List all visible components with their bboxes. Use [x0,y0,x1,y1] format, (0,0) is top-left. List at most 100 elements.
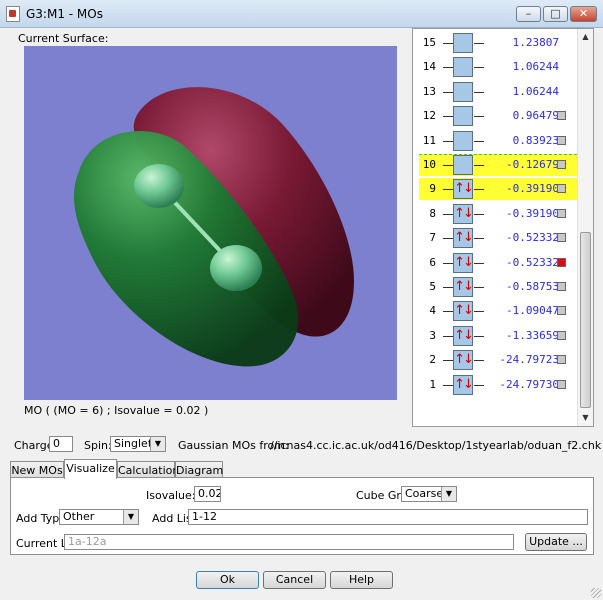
electron-pair-icon: ↑↓ [454,327,474,343]
scroll-thumb[interactable] [580,232,591,408]
atom-2 [210,245,262,291]
electron-pair-icon: ↑↓ [454,279,474,294]
tab-calculation[interactable]: Calculation [117,461,179,478]
orbital-select-checkbox[interactable] [557,330,566,340]
orbital-energy: 1.06244 [512,84,559,98]
orbital-energy: -24.79723 [499,353,559,367]
electron-pair-icon: ↑↓ [454,352,474,368]
orbital-row-4[interactable]: 4 ↑↓ -1.09047 [413,300,578,322]
orbital-number: 2 [429,353,436,367]
orbital-row-6[interactable]: 6 ↑↓ -0.52332 [413,252,578,274]
orbital-number: 15 [422,36,436,49]
orbital-level-box[interactable]: ↑↓ [443,228,484,249]
atom-1 [134,164,184,208]
update-button[interactable]: Update ... [525,533,587,551]
orbital-row-7[interactable]: 7 ↑↓ -0.52332 [413,227,578,249]
maximize-button[interactable]: □ [543,6,568,22]
orbital-row-8[interactable]: 8 ↑↓ -0.39190 [413,203,578,225]
orbital-row-13[interactable]: 13 1.06244 [413,81,578,103]
mo-status-text: MO ( (MO = 6) ; Isovalue = 0.02 ) [24,404,209,417]
orbital-select-checkbox[interactable] [557,355,566,365]
orbital-energy: -0.52332 [506,255,559,269]
isovalue-label: Isovalue: [146,489,196,502]
spin-value: Singlet [114,437,153,450]
orbital-select-checkbox[interactable] [557,233,566,243]
orbital-select-checkbox[interactable] [557,306,566,316]
orbital-number: 12 [422,109,436,123]
orbital-select-checkbox[interactable] [557,208,566,218]
orbital-select-checkbox[interactable] [557,282,566,291]
orbital-row-2[interactable]: 2 ↑↓ -24.79723 [413,349,578,371]
orbital-select-checkbox[interactable] [557,184,566,194]
orbital-energy: -0.12679 [506,158,559,171]
cancel-button[interactable]: Cancel [263,571,326,589]
resize-grip-icon[interactable] [591,588,601,598]
add-list-input[interactable]: 1-12 [188,509,588,525]
orbital-row-15[interactable]: 15 1.23807 [413,32,578,54]
orbital-number: 5 [429,280,436,293]
electron-pair-icon: ↑↓ [454,230,474,246]
orbital-select-checkbox[interactable] [557,111,566,121]
orbital-level-box[interactable]: ↑↓ [443,277,484,297]
orbital-level-box[interactable] [443,57,484,78]
orbital-level-box[interactable] [443,106,484,127]
charge-input[interactable]: 0 [49,436,73,452]
minimize-button[interactable]: – [516,6,541,22]
ok-button[interactable]: Ok [196,571,259,589]
orbital-level-box[interactable]: ↑↓ [443,203,484,224]
orbital-number: 3 [429,328,436,342]
orbital-select-checkbox[interactable] [557,257,566,267]
scroll-down-icon[interactable]: ▼ [579,411,592,425]
add-type-value: Other [63,510,95,523]
orbital-level-box[interactable]: ↑↓ [443,179,484,200]
orbital-energy: -24.79730 [499,377,559,391]
orbital-select-checkbox[interactable] [557,379,566,389]
title-bar: G3:M1 - MOs – □ ✕ [0,0,603,28]
source-path: //icnas4.cc.ic.ac.uk/od416/Desktop/1stye… [270,439,602,452]
tab-new-mos[interactable]: New MOs [10,461,64,478]
isovalue-input[interactable]: 0.02 [194,486,221,502]
orbital-level-box[interactable]: ↑↓ [443,252,484,273]
orbital-row-11[interactable]: 11 0.83923 [413,130,578,152]
orbital-row-14[interactable]: 14 1.06244 [413,56,578,78]
orbital-row-3[interactable]: 3 ↑↓ -1.33659 [413,325,578,347]
orbital-level-box[interactable]: ↑↓ [443,350,484,371]
help-button[interactable]: Help [330,571,393,589]
orbital-level-box[interactable]: ↑↓ [443,325,484,346]
orbital-number: 10 [422,158,436,171]
current-list-input: 1a-12a [64,534,514,550]
orbital-energy: -0.39190 [506,206,559,220]
scroll-up-icon[interactable]: ▲ [579,30,592,44]
orbital-level-box[interactable] [443,155,484,175]
orbital-level-box[interactable] [443,33,484,53]
orbital-level-box[interactable] [443,81,484,102]
chevron-down-icon[interactable]: ▼ [441,487,456,501]
close-button[interactable]: ✕ [570,6,597,22]
electron-pair-icon: ↑↓ [454,181,474,197]
orbital-row-9[interactable]: 9 ↑↓ -0.39190 [419,178,582,201]
orbital-number: 6 [429,255,436,269]
orbital-level-box[interactable]: ↑↓ [443,301,484,322]
add-type-select[interactable]: Other ▼ [59,509,139,525]
orbital-level-box[interactable]: ↑↓ [443,374,484,395]
orbital-energy: 0.83923 [512,133,559,147]
orbital-energy: 1.23807 [512,36,559,49]
orbital-select-checkbox[interactable] [557,135,566,145]
surface-viewer[interactable] [24,46,397,400]
orbital-select-checkbox[interactable] [557,160,566,169]
electron-pair-icon: ↑↓ [454,303,474,319]
orbital-row-10[interactable]: 10 -0.12679 [419,154,582,176]
orbital-level-list[interactable]: 15 1.23807 14 1.06244 13 1.06244 12 0.96479 11 0.… [412,28,594,427]
orbital-scrollbar[interactable]: ▲ ▼ [577,29,593,426]
cube-grid-select[interactable]: Coarse ▼ [401,486,457,502]
orbital-row-12[interactable]: 12 0.96479 [413,105,578,127]
orbital-number: 14 [422,60,436,74]
orbital-row-5[interactable]: 5 ↑↓ -0.58753 [413,276,578,298]
tab-visualize[interactable]: Visualize [64,459,117,479]
orbital-level-box[interactable] [443,130,484,151]
chevron-down-icon[interactable]: ▼ [123,510,138,524]
tab-diagram[interactable]: Diagram [175,461,223,478]
orbital-row-1[interactable]: 1 ↑↓ -24.79730 [413,374,578,396]
chevron-down-icon[interactable]: ▼ [150,437,165,451]
spin-select[interactable]: Singlet ▼ [110,436,166,452]
